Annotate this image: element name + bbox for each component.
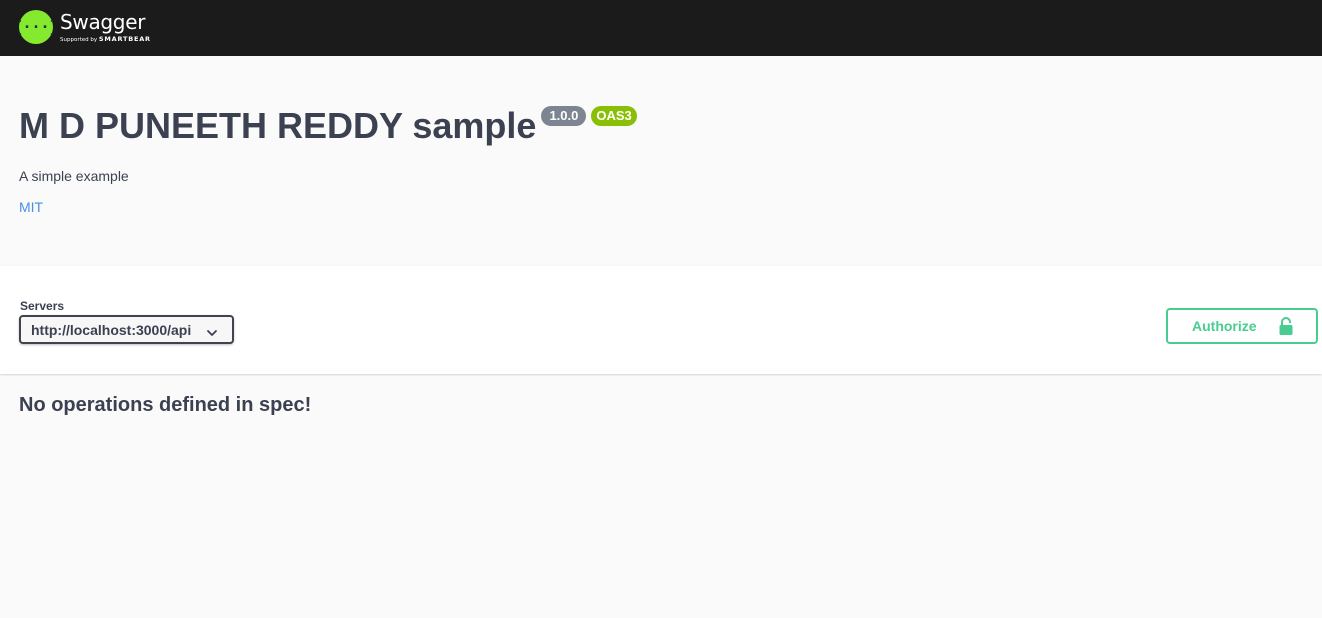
logo-sub-brand: SMARTBEAR [98,35,151,44]
version-badge: 1.0.0 [541,106,587,126]
swagger-logo-icon: {···} [19,10,53,44]
oas-badge: OAS3 [591,106,637,126]
logo-text: Swagger Supported by SMARTBEAR [60,12,151,44]
logo-sub-prefix: Supported by [60,37,98,44]
unlocked-icon [1278,316,1294,339]
chevron-down-icon [206,325,218,343]
title-row: M D PUNEETH REDDY sample 1.0.0 OAS3 [19,104,637,148]
page-title: M D PUNEETH REDDY sample [19,105,537,146]
logo-subtitle: Supported by SMARTBEAR [60,36,151,44]
servers-bar: Servers http://localhost:3000/api Author… [0,266,1322,374]
server-select-value: http://localhost:3000/api [31,321,192,338]
servers-label: Servers [20,299,65,313]
empty-operations-message: No operations defined in spec! [19,394,312,416]
logo-wordmark: Swagger [60,10,146,35]
swagger-logo-link[interactable]: {···} Swagger Supported by SMARTBEAR [19,6,151,46]
topbar: {···} Swagger Supported by SMARTBEAR [0,0,1322,56]
api-description: A simple example [19,168,129,184]
svg-text:{···}: {···} [19,18,53,36]
api-info: M D PUNEETH REDDY sample 1.0.0 OAS3 [19,104,637,148]
authorize-label: Authorize [1192,318,1257,334]
authorize-button[interactable]: Authorize [1166,308,1318,344]
server-select[interactable]: http://localhost:3000/api [19,315,234,344]
license-link[interactable]: MIT [19,199,43,215]
